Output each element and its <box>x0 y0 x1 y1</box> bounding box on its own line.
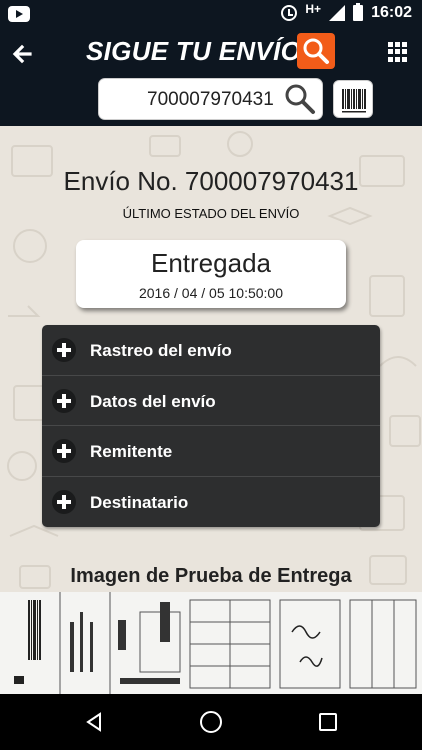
accordion-item-label: Datos del envío <box>90 391 216 411</box>
header-search-button[interactable] <box>297 33 335 69</box>
status-bar-right: H+ 16:02 <box>281 2 412 22</box>
accordion-item-label: Rastreo del envío <box>90 341 232 360</box>
tracking-search-input[interactable]: 700007970431 <box>98 78 323 120</box>
nav-home-icon[interactable] <box>200 711 222 733</box>
back-arrow-icon <box>12 44 32 64</box>
plus-icon <box>52 338 76 362</box>
status-value: Entregada <box>151 248 271 278</box>
signal-icon <box>329 5 346 21</box>
plus-icon <box>52 439 76 463</box>
nav-back-icon[interactable] <box>84 712 104 732</box>
youtube-icon <box>8 6 30 22</box>
accordion-item-datos[interactable]: Datos del envío <box>42 376 380 426</box>
search-icon <box>303 38 329 64</box>
tracking-number-value: 700007970431 <box>147 89 274 110</box>
status-datetime: 2016 / 04 / 05 10:50:00 <box>138 285 283 301</box>
accordion-item-remitente[interactable]: Remitente <box>42 426 380 477</box>
accordion-item-label: Destinatario <box>90 492 189 512</box>
battery-icon <box>353 3 364 21</box>
last-status-label: ÚLTIMO ESTADO DEL ENVÍO <box>122 206 300 221</box>
header-bar: SIGUE TU ENVÍO 700007970431 <box>0 28 422 126</box>
accordion-item-rastreo[interactable]: Rastreo del envío <box>42 325 380 376</box>
accordion-item-destinatario[interactable]: Destinatario <box>42 477 380 528</box>
plus-icon <box>52 489 76 514</box>
proof-of-delivery-image[interactable] <box>0 592 422 694</box>
details-accordion: Rastreo del envío Datos del envío Remite… <box>42 325 380 527</box>
grid-menu-button[interactable] <box>388 42 408 62</box>
plus-icon <box>52 388 76 413</box>
barcode-scan-button[interactable] <box>333 80 373 118</box>
proof-of-delivery-title: Imagen de Prueba de Entrega <box>70 565 352 587</box>
back-button[interactable] <box>10 42 38 66</box>
grid-menu-icon <box>388 42 393 47</box>
status-time: 16:02 <box>371 4 412 21</box>
barcode-icon <box>342 89 366 113</box>
shipment-number-title: Envío No. 700007970431 <box>63 166 359 196</box>
magnifier-icon[interactable] <box>282 81 318 117</box>
status-bar: H+ 16:02 <box>0 0 422 28</box>
alarm-icon <box>281 5 298 21</box>
status-card: Entregada 2016 / 04 / 05 10:50:00 <box>76 240 346 308</box>
page-title: SIGUE TU ENVÍO <box>86 36 302 66</box>
network-type-label: H+ <box>305 2 322 16</box>
accordion-item-label: Remitente <box>90 442 173 461</box>
system-nav-bar <box>0 694 422 750</box>
nav-recent-icon[interactable] <box>319 713 337 731</box>
